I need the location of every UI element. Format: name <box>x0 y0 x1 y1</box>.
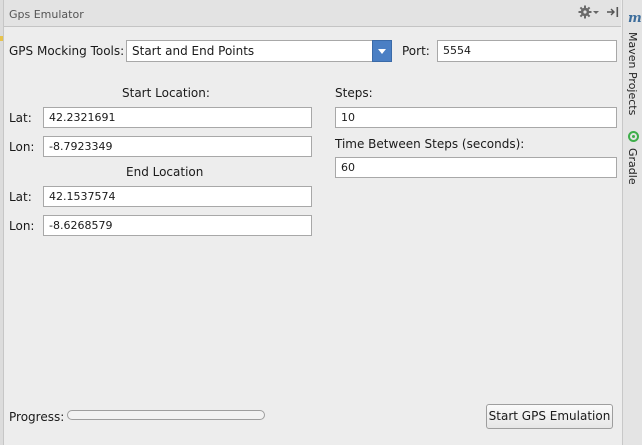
steps-field[interactable]: 10 <box>335 107 617 128</box>
tab-maven-projects[interactable]: Maven Projects <box>626 32 639 115</box>
tool-window-header: Gps Emulator <box>4 0 621 27</box>
steps-label: Steps: <box>335 86 373 100</box>
start-lat-field[interactable]: 42.2321691 <box>43 107 312 128</box>
progress-label: Progress: <box>9 410 65 424</box>
time-between-steps-label: Time Between Steps (seconds): <box>335 137 525 151</box>
start-lat-label: Lat: <box>9 111 32 125</box>
end-lon-label: Lon: <box>9 219 35 233</box>
mocking-tools-select[interactable]: Start and End Points <box>126 40 392 62</box>
gear-icon[interactable] <box>578 5 592 19</box>
progress-bar <box>67 410 265 420</box>
left-editor-edge <box>0 0 4 445</box>
port-label: Port: <box>402 44 430 58</box>
editor-marker <box>0 36 3 41</box>
hide-panel-icon[interactable] <box>606 6 620 18</box>
maven-icon: m <box>628 11 642 26</box>
mocking-tools-selected-value: Start and End Points <box>132 44 255 58</box>
end-lat-label: Lat: <box>9 190 32 204</box>
start-location-heading: Start Location: <box>122 86 210 100</box>
end-location-heading: End Location <box>126 165 204 179</box>
end-lon-field[interactable]: -8.6268579 <box>43 215 312 236</box>
gps-emulator-window: Gps Emulator m Maven Projects Gradle GPS… <box>0 0 642 445</box>
port-field[interactable]: 5554 <box>437 40 617 62</box>
mocking-tools-label: GPS Mocking Tools: <box>9 44 125 58</box>
chevron-down-icon[interactable] <box>372 40 392 62</box>
end-lat-field[interactable]: 42.1537574 <box>43 186 312 207</box>
tab-gradle[interactable]: Gradle <box>626 148 639 185</box>
time-between-steps-field[interactable]: 60 <box>335 157 617 178</box>
right-tool-stripe: m Maven Projects Gradle <box>622 0 642 445</box>
start-lon-field[interactable]: -8.7923349 <box>43 136 312 157</box>
start-lon-label: Lon: <box>9 140 35 154</box>
gradle-icon <box>628 131 639 142</box>
start-gps-emulation-button[interactable]: Start GPS Emulation <box>486 404 613 429</box>
chevron-down-icon[interactable] <box>593 11 599 14</box>
tool-window-title: Gps Emulator <box>9 8 84 21</box>
